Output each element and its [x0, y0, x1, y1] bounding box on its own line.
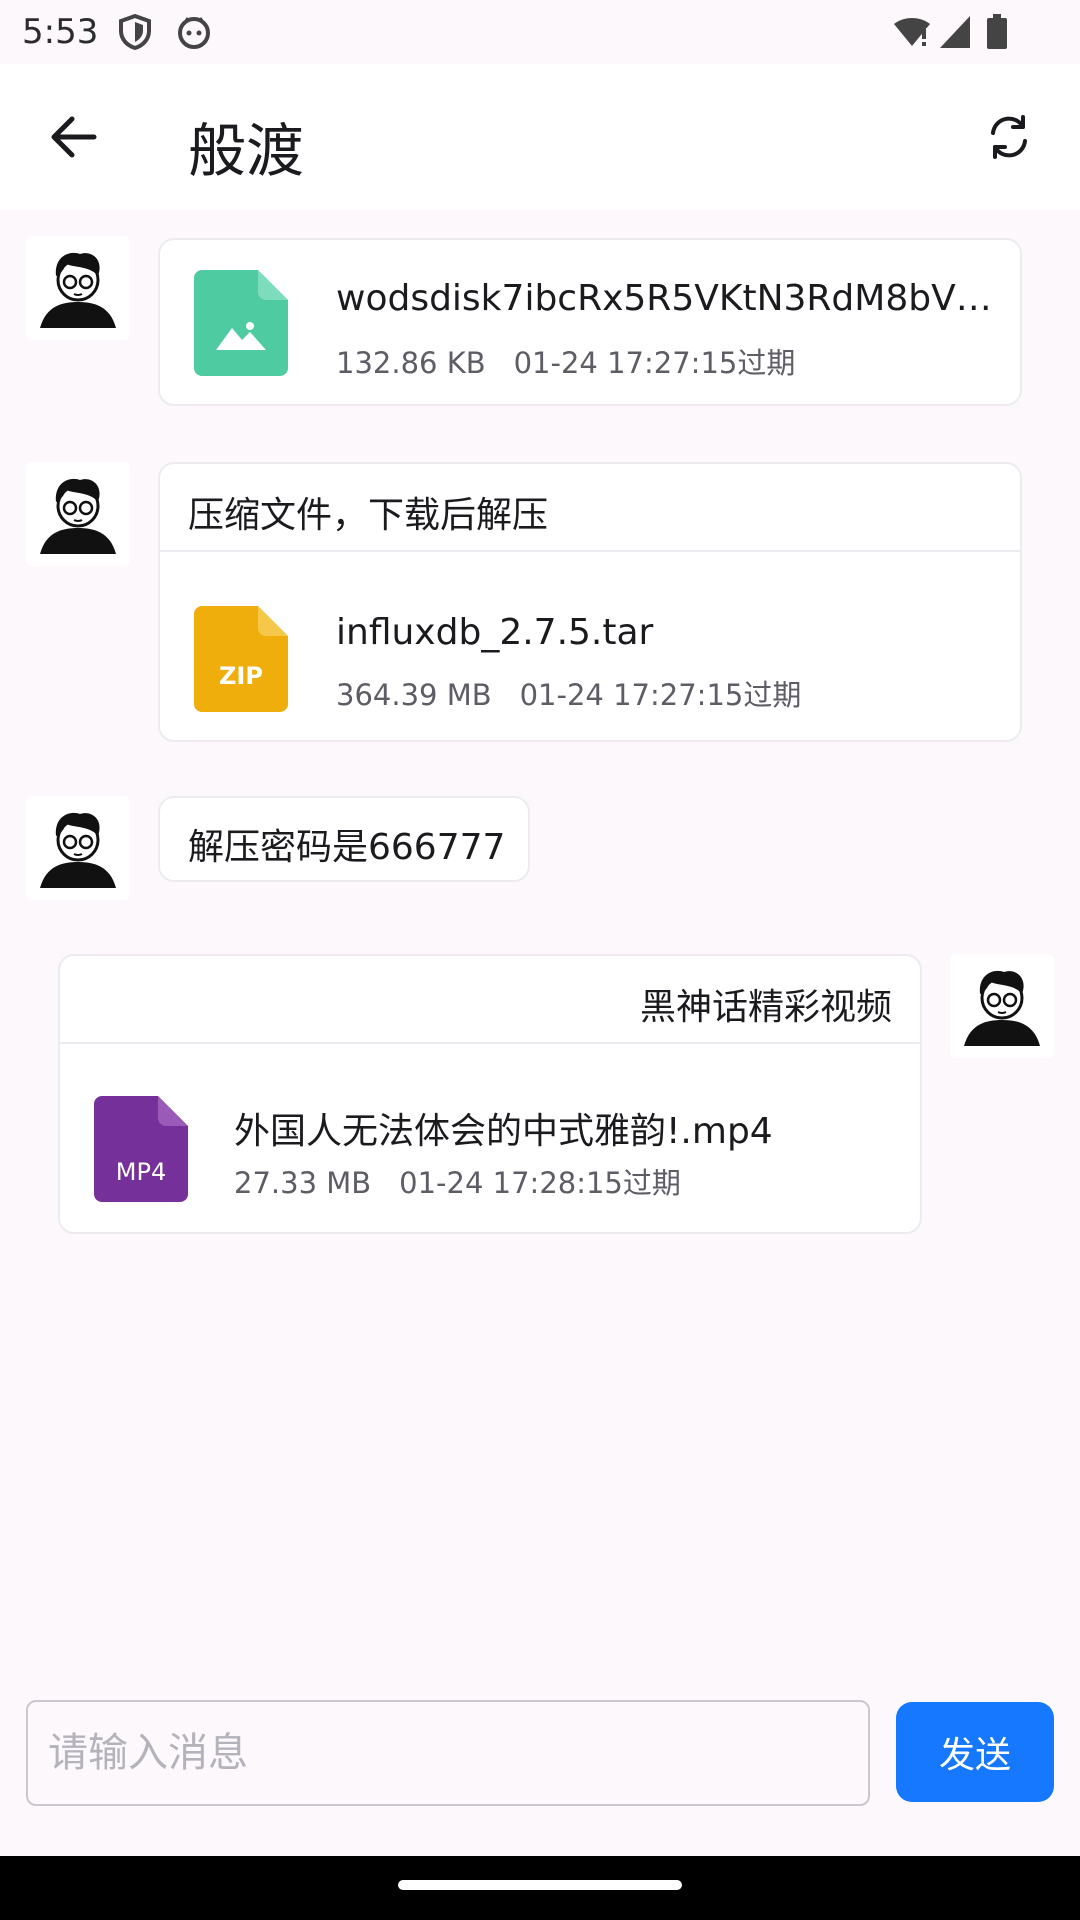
app-bar: 般渡 — [0, 64, 1080, 210]
message-input[interactable] — [26, 1700, 870, 1806]
message-text: 压缩文件，下载后解压 — [188, 495, 549, 536]
cellular-signal-icon — [938, 14, 972, 54]
file-size: 27.33 MB — [234, 1166, 372, 1200]
refresh-icon — [991, 115, 1027, 159]
svg-text:MP4: MP4 — [116, 1158, 166, 1186]
arrow-left-icon — [51, 116, 97, 158]
home-gesture-handle[interactable] — [398, 1880, 682, 1890]
video-file-icon: MP4 — [94, 1096, 188, 1202]
file-name: wodsdisk7ibcRx5R5VKtN3RdM8bV… — [336, 278, 992, 319]
avatar[interactable] — [26, 796, 130, 900]
avatar[interactable] — [26, 236, 130, 340]
divider — [60, 1042, 920, 1044]
file-size: 364.39 MB — [336, 678, 492, 712]
svg-text:ZIP: ZIP — [219, 662, 263, 690]
avatar[interactable] — [26, 462, 130, 566]
divider — [160, 550, 1020, 552]
robot-face-icon — [176, 14, 212, 54]
avatar[interactable] — [950, 954, 1054, 1058]
message-text: 解压密码是666777 — [188, 827, 506, 868]
file-expiry: 01-24 17:27:15过期 — [513, 346, 796, 380]
file-expiry: 01-24 17:27:15过期 — [519, 678, 802, 712]
back-button[interactable] — [40, 104, 106, 170]
wifi-alert-icon — [892, 14, 932, 54]
status-bar: 5:53 — [0, 0, 1080, 64]
status-time: 5:53 — [22, 12, 99, 52]
image-file-icon — [194, 270, 288, 376]
page-title: 般渡 — [188, 117, 305, 185]
zip-file-icon: ZIP — [194, 606, 288, 712]
chat-list[interactable]: wodsdisk7ibcRx5R5VKtN3RdM8bV… 132.86 KB 0… — [0, 210, 1080, 1690]
message-text: 黑神话精彩视频 — [639, 987, 892, 1028]
refresh-button[interactable] — [976, 104, 1042, 170]
send-button[interactable]: 发送 — [896, 1702, 1054, 1802]
file-expiry: 01-24 17:28:15过期 — [399, 1166, 681, 1200]
battery-icon — [986, 14, 1008, 54]
file-size: 132.86 KB — [336, 346, 486, 380]
system-nav-bar — [0, 1856, 1080, 1920]
file-meta: 364.39 MB 01-24 17:27:15过期 — [336, 672, 801, 714]
text-file-message-bubble[interactable]: 压缩文件，下载后解压 ZIP influxdb_2.7.5.tar 364.39… — [158, 462, 1022, 742]
file-meta: 27.33 MB 01-24 17:28:15过期 — [234, 1160, 681, 1202]
file-meta: 132.86 KB 01-24 17:27:15过期 — [336, 340, 795, 382]
text-message-bubble[interactable]: 解压密码是666777 — [158, 796, 530, 882]
file-message-bubble[interactable]: wodsdisk7ibcRx5R5VKtN3RdM8bV… 132.86 KB 0… — [158, 238, 1022, 406]
input-bar: 发送 — [0, 1690, 1080, 1860]
file-name: 外国人无法体会的中式雅韵!.mp4 — [234, 1111, 773, 1152]
file-name: influxdb_2.7.5.tar — [336, 612, 654, 653]
shield-icon — [118, 13, 152, 54]
text-file-message-bubble[interactable]: 黑神话精彩视频 MP4 外国人无法体会的中式雅韵!.mp4 27.33 MB 01… — [58, 954, 922, 1234]
